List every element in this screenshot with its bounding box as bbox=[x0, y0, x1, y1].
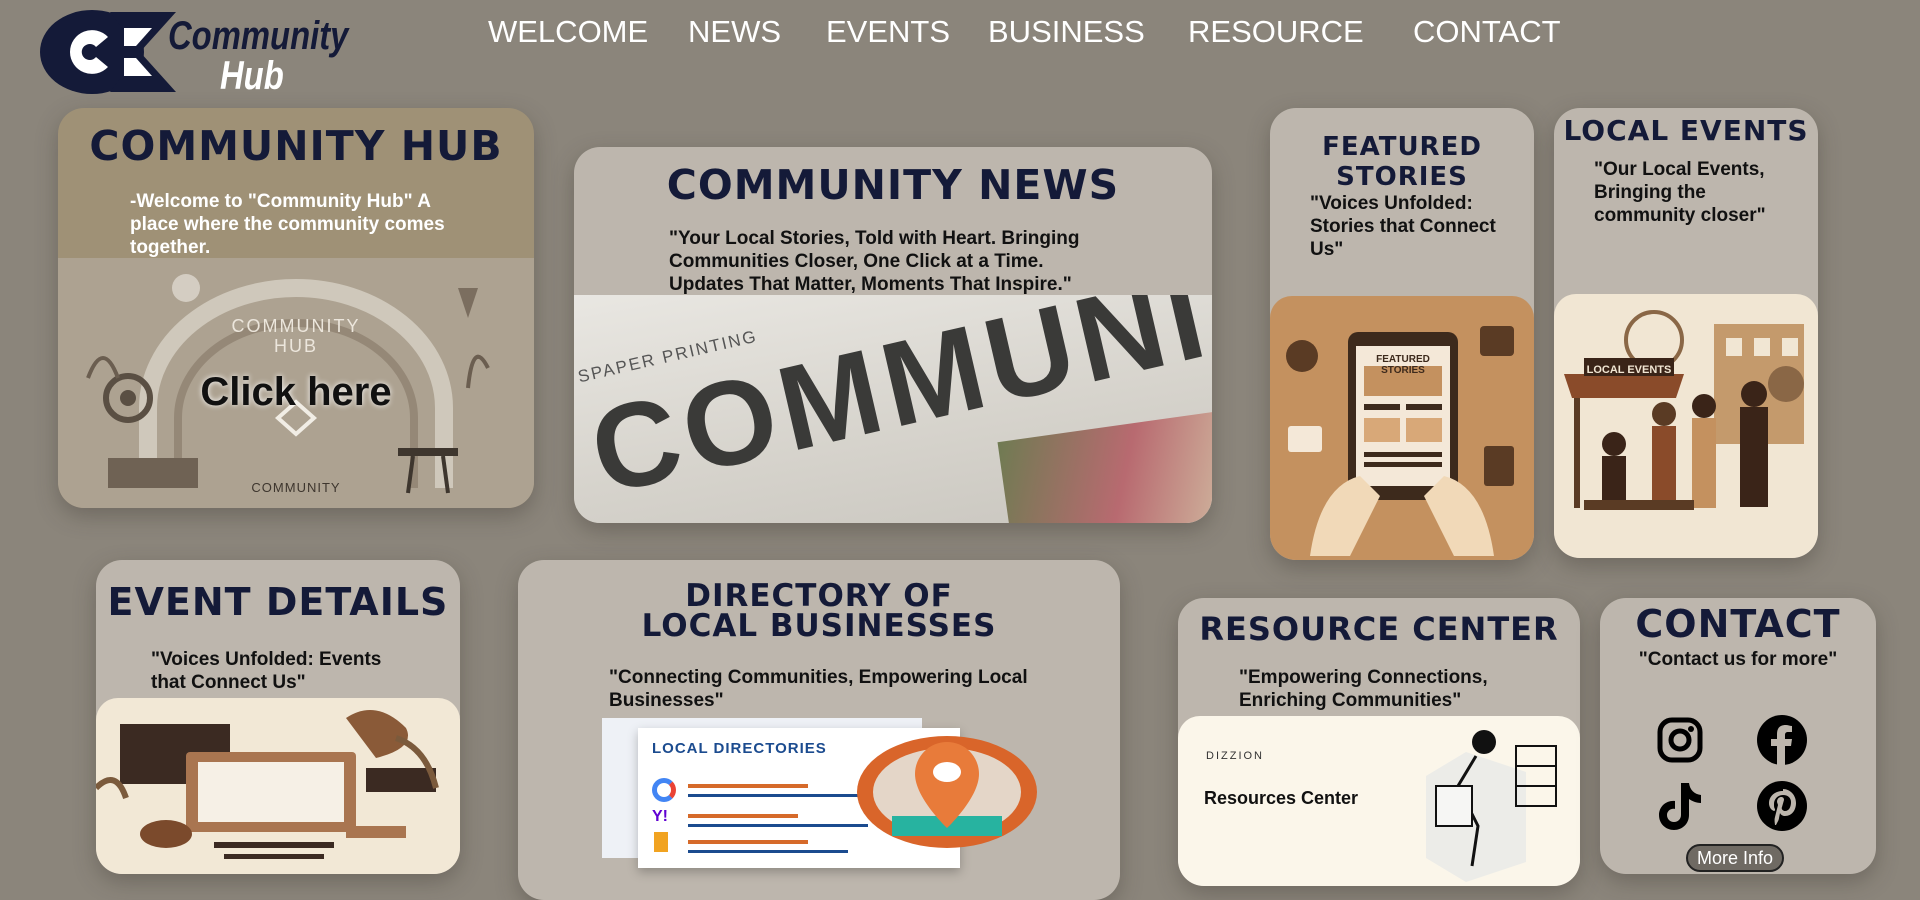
directory-text: "Connecting Communities, Empowering Loca… bbox=[609, 667, 1028, 711]
local-events-text: "Our Local Events, Bringing the communit… bbox=[1594, 159, 1766, 226]
logo[interactable]: Community Hub bbox=[40, 8, 348, 98]
directory-image: LOCAL DIRECTORIES Y! bbox=[602, 718, 1042, 898]
event-details-title: EVENT DETAILS bbox=[107, 580, 449, 624]
local-events-image-label: LOCAL EVENTS bbox=[1586, 364, 1672, 376]
hub-text: -Welcome to "Community Hub" A place wher… bbox=[130, 191, 445, 258]
facebook-icon[interactable] bbox=[1754, 712, 1810, 768]
google-icon bbox=[652, 778, 676, 802]
hub-image-text-bottom: COMMUNITY bbox=[251, 480, 341, 495]
resource-title: RESOURCE CENTER bbox=[1199, 610, 1559, 648]
desk-illustration-icon bbox=[96, 710, 439, 859]
news-image: COMMUNI SPAPER PRINTING bbox=[574, 295, 1212, 523]
resource-text: "Empowering Connections, Enriching Commu… bbox=[1239, 667, 1488, 711]
hub-image-text-top: COMMUNITY bbox=[231, 316, 361, 336]
resource-image-label: Resources Center bbox=[1204, 788, 1359, 808]
event-details-card: EVENT DETAILS "Voices Unfolded: Events t… bbox=[96, 560, 460, 874]
more-info-button[interactable]: More Info bbox=[1686, 844, 1784, 872]
contact-text: "Contact us for more" bbox=[1638, 649, 1838, 670]
pinterest-icon[interactable] bbox=[1754, 778, 1810, 834]
logo-text-line1: Community bbox=[168, 14, 349, 58]
map-pin-icon bbox=[857, 736, 1037, 848]
hub-click-here-button[interactable]: Click here bbox=[58, 370, 534, 415]
logo-mark-icon bbox=[40, 10, 176, 94]
person-carrying-papers-icon bbox=[1426, 730, 1557, 882]
resource-image: DIZZION Resources Center bbox=[1178, 716, 1580, 886]
community-news-card: COMMUNITY NEWS "Your Local Stories, Told… bbox=[574, 147, 1212, 523]
hub-title: COMMUNITY HUB bbox=[89, 122, 503, 170]
news-text: "Your Local Stories, Told with Heart. Br… bbox=[669, 228, 1080, 295]
directory-card: DIRECTORY OF LOCAL BUSINESSES "Connectin… bbox=[518, 560, 1120, 900]
directory-title-line2: LOCAL BUSINESSES bbox=[641, 608, 997, 644]
nav-resource[interactable]: RESOURCE bbox=[1188, 14, 1364, 50]
featured-image-label: FEATURED STORIES bbox=[1376, 354, 1430, 376]
nav-events[interactable]: EVENTS bbox=[826, 14, 950, 50]
bing-icon bbox=[654, 832, 668, 852]
community-hub-card: COMMUNITY HUB -Welcome to "Community Hub… bbox=[58, 108, 534, 508]
news-title: COMMUNITY NEWS bbox=[666, 161, 1120, 209]
resource-center-card: RESOURCE CENTER "Empowering Connections,… bbox=[1178, 598, 1580, 886]
nav-news[interactable]: NEWS bbox=[688, 14, 781, 50]
local-events-card: LOCAL EVENTS "Our Local Events, Bringing… bbox=[1554, 108, 1818, 558]
featured-title: FEATURED STORIES bbox=[1322, 132, 1482, 192]
news-image-photo bbox=[997, 408, 1212, 523]
event-details-image bbox=[96, 698, 460, 874]
tablet-illustration-icon bbox=[1286, 326, 1514, 556]
market-illustration-icon bbox=[1564, 310, 1804, 510]
featured-text: "Voices Unfolded: Stories that Connect U… bbox=[1310, 193, 1496, 260]
contact-title: CONTACT bbox=[1635, 602, 1841, 646]
logo-text-line2: Hub bbox=[220, 54, 284, 98]
instagram-icon[interactable] bbox=[1652, 712, 1708, 768]
featured-stories-card: FEATURED STORIES "Voices Unfolded: Stori… bbox=[1270, 108, 1534, 560]
nav-business[interactable]: BUSINESS bbox=[988, 14, 1145, 50]
local-events-image: LOCAL EVENTS bbox=[1554, 294, 1818, 558]
nav-contact[interactable]: CONTACT bbox=[1413, 14, 1561, 50]
local-events-title: LOCAL EVENTS bbox=[1563, 114, 1809, 147]
event-details-text: "Voices Unfolded: Events that Connect Us… bbox=[151, 649, 382, 693]
tiktok-icon[interactable] bbox=[1652, 778, 1708, 834]
contact-card: CONTACT "Contact us for more" More Info bbox=[1600, 598, 1876, 874]
yahoo-icon: Y! bbox=[652, 808, 668, 825]
resource-image-brand: DIZZION bbox=[1206, 750, 1264, 762]
hub-image-text-mid: HUB bbox=[273, 336, 318, 356]
nav-welcome[interactable]: WELCOME bbox=[488, 14, 648, 50]
featured-image: FEATURED STORIES bbox=[1270, 296, 1534, 560]
